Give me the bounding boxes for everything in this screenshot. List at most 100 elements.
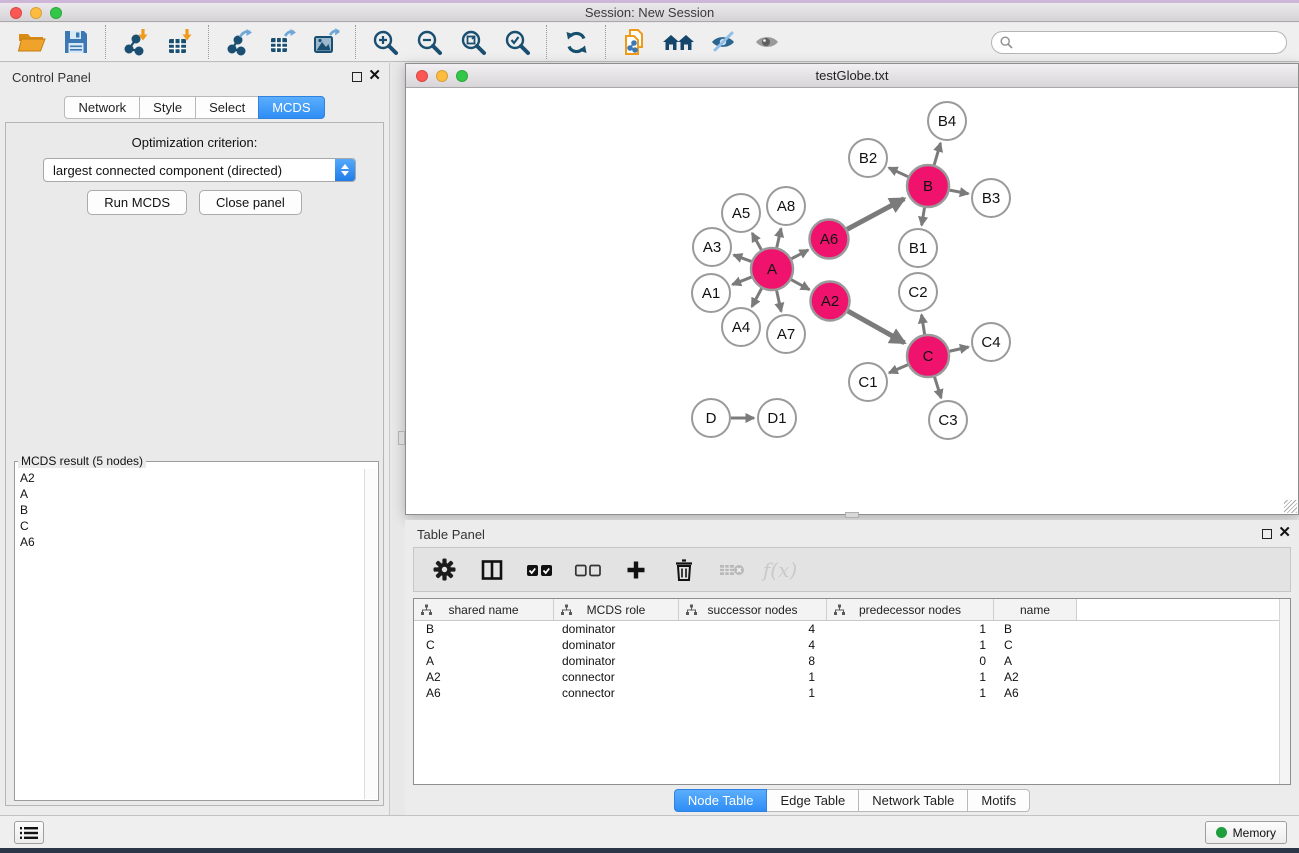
- table-float-panel-icon[interactable]: [1262, 529, 1272, 539]
- network-minimize-button[interactable]: [436, 70, 448, 82]
- graph-edge-B-B3[interactable]: [950, 190, 969, 194]
- show-eye-button[interactable]: [745, 24, 789, 60]
- table-settings-button[interactable]: [430, 556, 458, 584]
- column-header[interactable]: successor nodes: [679, 599, 827, 620]
- table-cell[interactable]: dominator: [554, 638, 679, 652]
- save-session-button[interactable]: [54, 24, 98, 60]
- table-cell[interactable]: connector: [554, 670, 679, 684]
- graph-edge-B-B1[interactable]: [922, 208, 925, 226]
- tab-select[interactable]: Select: [195, 96, 259, 119]
- graph-edge-A-A3[interactable]: [734, 255, 752, 262]
- tab-network[interactable]: Network: [64, 96, 140, 119]
- column-header[interactable]: name: [994, 599, 1077, 620]
- table-cell[interactable]: 1: [679, 670, 827, 684]
- graph-node-A3[interactable]: A3: [693, 228, 731, 266]
- graph-node-A1[interactable]: A1: [692, 274, 730, 312]
- graph-edge-B-B2[interactable]: [889, 168, 908, 177]
- import-network-button[interactable]: [113, 24, 157, 60]
- mcds-result-item[interactable]: C: [20, 518, 362, 534]
- table-close-panel-icon[interactable]: ✕: [1278, 523, 1291, 541]
- graph-edge-A6-B[interactable]: [847, 199, 904, 230]
- graph-edge-C-C1[interactable]: [889, 365, 908, 373]
- deselect-all-button[interactable]: [574, 556, 602, 584]
- graph-edge-C-C4[interactable]: [949, 347, 968, 351]
- table-cell[interactable]: 4: [679, 638, 827, 652]
- close-panel-button[interactable]: Close panel: [199, 190, 302, 215]
- tab-mcds[interactable]: MCDS: [258, 96, 324, 119]
- graph-node-A7[interactable]: A7: [767, 315, 805, 353]
- table-scrollbar[interactable]: [1279, 599, 1290, 784]
- mcds-result-item[interactable]: A2: [20, 470, 362, 486]
- table-cell[interactable]: dominator: [554, 654, 679, 668]
- column-header[interactable]: shared name: [414, 599, 554, 620]
- float-panel-icon[interactable]: [352, 72, 362, 82]
- graph-node-B2[interactable]: B2: [849, 139, 887, 177]
- close-window-button[interactable]: [10, 7, 22, 19]
- graph-node-A8[interactable]: A8: [767, 187, 805, 225]
- column-header[interactable]: predecessor nodes: [827, 599, 994, 620]
- mcds-result-item[interactable]: A: [20, 486, 362, 502]
- delete-table-button[interactable]: [718, 556, 746, 584]
- graph-edge-C-C2[interactable]: [922, 315, 925, 335]
- table-cell[interactable]: 1: [827, 686, 994, 700]
- memory-button[interactable]: Memory: [1205, 821, 1287, 844]
- network-document-button[interactable]: [613, 24, 657, 60]
- table-row[interactable]: A2connector11A2: [414, 669, 1290, 685]
- table-cell[interactable]: C: [414, 638, 554, 652]
- export-table-button[interactable]: [260, 24, 304, 60]
- import-table-button[interactable]: [157, 24, 201, 60]
- table-cell[interactable]: A6: [994, 686, 1077, 700]
- export-network-button[interactable]: [216, 24, 260, 60]
- table-cell[interactable]: A: [414, 654, 554, 668]
- add-column-button[interactable]: [622, 556, 650, 584]
- table-cell[interactable]: A2: [414, 670, 554, 684]
- table-cell[interactable]: 8: [679, 654, 827, 668]
- network-maximize-button[interactable]: [456, 70, 468, 82]
- table-cell[interactable]: B: [414, 622, 554, 636]
- graph-node-D[interactable]: D: [692, 399, 730, 437]
- tab-network-table[interactable]: Network Table: [858, 789, 968, 812]
- function-builder-button[interactable]: f(x): [766, 556, 794, 584]
- zoom-out-button[interactable]: [407, 24, 451, 60]
- graph-node-C[interactable]: C: [907, 335, 949, 377]
- graph-edge-A-A4[interactable]: [752, 288, 762, 306]
- graph-edge-A-A7[interactable]: [777, 291, 782, 312]
- zoom-fit-button[interactable]: [451, 24, 495, 60]
- zoom-in-button[interactable]: [363, 24, 407, 60]
- graph-node-C4[interactable]: C4: [972, 323, 1010, 361]
- graph-node-C1[interactable]: C1: [849, 363, 887, 401]
- graph-edge-A-A8[interactable]: [777, 228, 781, 247]
- splitter-handle-vertical[interactable]: [398, 431, 405, 445]
- graph-edge-A-A2[interactable]: [791, 280, 809, 290]
- graph-node-C2[interactable]: C2: [899, 273, 937, 311]
- export-image-button[interactable]: [304, 24, 348, 60]
- graph-node-A4[interactable]: A4: [722, 308, 760, 346]
- table-row[interactable]: Adominator80A: [414, 653, 1290, 669]
- select-all-button[interactable]: [526, 556, 554, 584]
- delete-column-button[interactable]: [670, 556, 698, 584]
- graph-node-B[interactable]: B: [907, 165, 949, 207]
- table-cell[interactable]: 1: [827, 638, 994, 652]
- graph-node-A6[interactable]: A6: [810, 220, 849, 259]
- network-close-button[interactable]: [416, 70, 428, 82]
- graph-node-A5[interactable]: A5: [722, 194, 760, 232]
- graph-node-C3[interactable]: C3: [929, 401, 967, 439]
- criterion-select[interactable]: largest connected component (directed): [43, 158, 356, 182]
- maximize-window-button[interactable]: [50, 7, 62, 19]
- graph-edge-A-A6[interactable]: [791, 250, 808, 259]
- tab-node-table[interactable]: Node Table: [674, 789, 768, 812]
- table-cell[interactable]: 1: [827, 622, 994, 636]
- graph-node-D1[interactable]: D1: [758, 399, 796, 437]
- tab-edge-table[interactable]: Edge Table: [766, 789, 859, 812]
- table-cell[interactable]: A6: [414, 686, 554, 700]
- task-history-button[interactable]: [14, 821, 44, 844]
- mcds-result-scrollbar[interactable]: [364, 469, 377, 799]
- graph-node-B3[interactable]: B3: [972, 179, 1010, 217]
- splitter-handle-horizontal[interactable]: [845, 512, 859, 518]
- table-cell[interactable]: B: [994, 622, 1077, 636]
- graph-node-B4[interactable]: B4: [928, 102, 966, 140]
- graph-edge-C-C3[interactable]: [935, 377, 942, 398]
- table-row[interactable]: Cdominator41C: [414, 637, 1290, 653]
- split-panel-button[interactable]: [478, 556, 506, 584]
- network-canvas[interactable]: B4B2BB3A8A5A6A3B1AC2A1A2A4A7C4CC1C3DD1: [406, 89, 1297, 514]
